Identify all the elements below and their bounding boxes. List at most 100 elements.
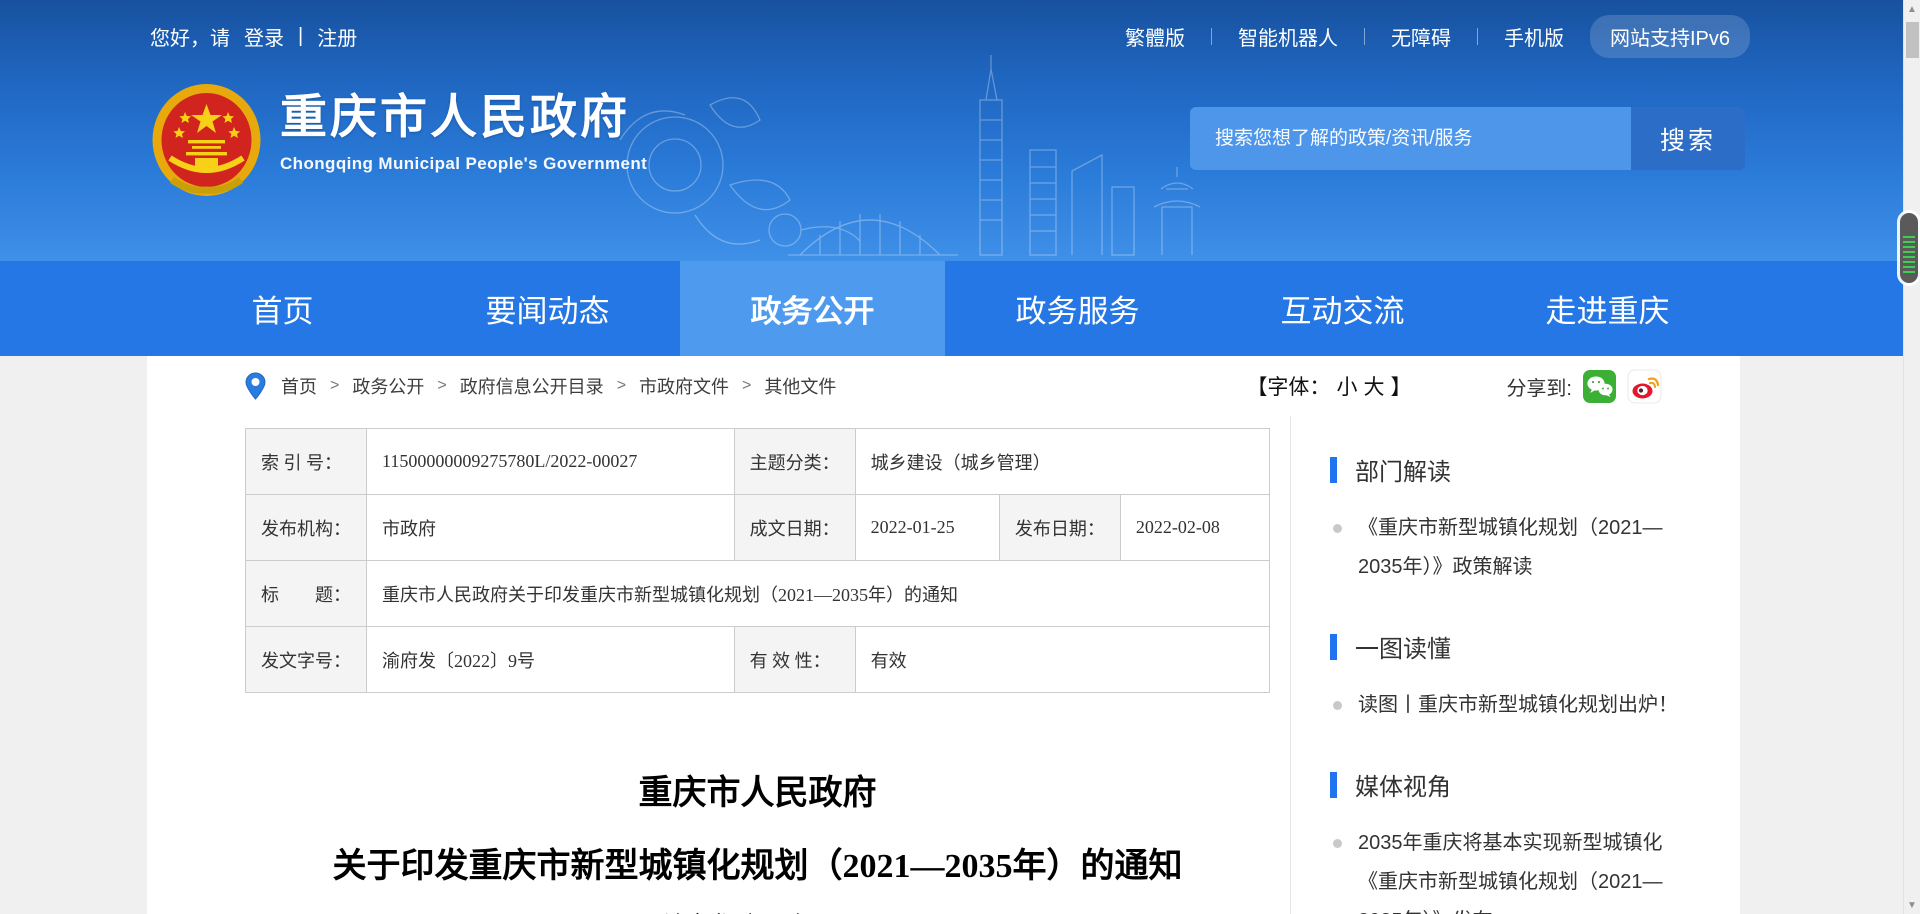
meta-validity-label: 有 效 性： — [734, 627, 855, 693]
meta-written-date-label: 成文日期： — [734, 495, 855, 561]
list-item[interactable]: 《重庆市新型城镇化规划（2021—2035年）》政策解读 — [1330, 509, 1699, 587]
nav-item-gov-affairs-open[interactable]: 政务公开 — [680, 261, 945, 356]
meta-publish-date-label: 发布日期： — [999, 495, 1120, 561]
login-link[interactable]: 登录 — [244, 22, 284, 51]
page-tools: 【字体： 小 大 】 分享到: — [1246, 369, 1662, 404]
meta-issuer-label: 发布机构： — [246, 495, 367, 561]
share-label: 分享到: — [1506, 372, 1572, 401]
meta-topic-value: 城乡建设（城乡管理） — [855, 429, 1269, 495]
font-size-label-close: 】 — [1390, 371, 1411, 401]
greeting-text: 您好，请 — [150, 22, 230, 51]
site-title: 重庆市人民政府 — [280, 90, 647, 144]
utility-links: 繁體版 智能机器人 无障碍 手机版 网站支持IPv6 — [1125, 15, 1750, 58]
breadcrumb-row: 首页 > 政务公开 > 政府信息公开目录 > 市政府文件 > 其他文件 【字体：… — [147, 356, 1740, 416]
sidebar-section-one-image: 一图读懂 读图丨重庆市新型城镇化规划出炉！ — [1330, 629, 1699, 725]
document-number: 渝府发〔2022〕9号 — [245, 907, 1270, 914]
list-item[interactable]: 2035年重庆将基本实现新型城镇化 《重庆市新型城镇化规划（2021—2035年… — [1330, 824, 1699, 914]
table-row: 索 引 号： 11500000009275780L/2022-00027 主题分… — [246, 429, 1270, 495]
meta-index-value: 11500000009275780L/2022-00027 — [367, 429, 735, 495]
sidebar-section-department-interpretation: 部门解读 《重庆市新型城镇化规划（2021—2035年）》政策解读 — [1330, 452, 1699, 587]
wechat-share-icon[interactable] — [1582, 369, 1617, 404]
meta-title-label: 标 题： — [246, 561, 367, 627]
scroll-up-arrow-icon[interactable]: ▲ — [1904, 4, 1920, 15]
nav-item-about-chongqing[interactable]: 走进重庆 — [1475, 261, 1740, 356]
bullet-icon — [1333, 701, 1342, 710]
document-title-line1: 重庆市人民政府 — [245, 765, 1270, 814]
accessibility-link[interactable]: 无障碍 — [1391, 22, 1451, 51]
breadcrumb-separator: > — [742, 377, 751, 395]
weibo-share-icon[interactable] — [1627, 369, 1662, 404]
sidebar-section-header: 一图读懂 — [1330, 629, 1699, 664]
meta-topic-label: 主题分类： — [734, 429, 855, 495]
search-button[interactable]: 搜索 — [1631, 107, 1745, 170]
meta-written-date-value: 2022-01-25 — [855, 495, 999, 561]
content-area: 首页 > 政务公开 > 政府信息公开目录 > 市政府文件 > 其他文件 【字体：… — [0, 356, 1903, 914]
table-row: 发文字号： 渝府发〔2022〕9号 有 效 性： 有效 — [246, 627, 1270, 693]
breadcrumb-item-info-directory[interactable]: 政府信息公开目录 — [460, 373, 604, 399]
bullet-icon — [1333, 839, 1342, 848]
document-meta-table: 索 引 号： 11500000009275780L/2022-00027 主题分… — [245, 428, 1270, 693]
utility-bar: 您好，请 登录 | 注册 繁體版 智能机器人 无障碍 手机版 网站支持IPv6 — [150, 0, 1750, 72]
breadcrumb: 首页 > 政务公开 > 政府信息公开目录 > 市政府文件 > 其他文件 — [281, 373, 836, 399]
traditional-chinese-link[interactable]: 繁體版 — [1125, 22, 1185, 51]
search-bar: 搜索 — [1190, 107, 1745, 170]
font-size-label: 【字体： — [1246, 371, 1330, 401]
meta-publish-date-value: 2022-02-08 — [1120, 495, 1269, 561]
share-group: 分享到: — [1506, 369, 1662, 404]
register-link[interactable]: 注册 — [317, 22, 357, 51]
font-smaller-button[interactable]: 小 — [1336, 371, 1357, 401]
location-pin-icon — [245, 372, 266, 400]
breadcrumb-separator: > — [437, 377, 446, 395]
floating-scroll-widget[interactable] — [1900, 213, 1918, 283]
table-row: 标 题： 重庆市人民政府关于印发重庆市新型城镇化规划（2021—2035年）的通… — [246, 561, 1270, 627]
breadcrumb-item-other-docs[interactable]: 其他文件 — [764, 373, 836, 399]
nav-item-news[interactable]: 要闻动态 — [415, 261, 680, 356]
bullet-icon — [1333, 524, 1342, 533]
font-larger-button[interactable]: 大 — [1363, 371, 1384, 401]
meta-doc-no-label: 发文字号： — [246, 627, 367, 693]
related-sidebar: 部门解读 《重庆市新型城镇化规划（2021—2035年）》政策解读 一图读懂 — [1290, 416, 1699, 914]
main-nav: 首页 要闻动态 政务公开 政务服务 互动交流 走进重庆 — [0, 261, 1903, 356]
scroll-down-arrow-icon[interactable]: ▼ — [1904, 900, 1920, 911]
sidebar-section-title: 媒体视角 — [1355, 767, 1451, 802]
separator — [1364, 28, 1365, 45]
site-banner: 您好，请 登录 | 注册 繁體版 智能机器人 无障碍 手机版 网站支持IPv6 — [0, 0, 1903, 261]
document-title-line2: 关于印发重庆市新型城镇化规划（2021—2035年）的通知 — [245, 838, 1270, 887]
sidebar-link[interactable]: 《重庆市新型城镇化规划（2021—2035年）》政策解读 — [1358, 509, 1699, 587]
nav-item-home[interactable]: 首页 — [150, 261, 415, 356]
breadcrumb-separator: > — [330, 377, 339, 395]
meta-validity-value: 有效 — [855, 627, 1269, 693]
sidebar-section-title: 部门解读 — [1355, 452, 1451, 487]
separator — [1211, 28, 1212, 45]
smart-robot-link[interactable]: 智能机器人 — [1238, 22, 1338, 51]
list-item[interactable]: 读图丨重庆市新型城镇化规划出炉！ — [1330, 686, 1699, 725]
sidebar-link[interactable]: 读图丨重庆市新型城镇化规划出炉！ — [1358, 686, 1678, 725]
section-accent-bar — [1330, 457, 1337, 483]
sidebar-section-header: 媒体视角 — [1330, 767, 1699, 802]
meta-issuer-value: 市政府 — [367, 495, 735, 561]
sidebar-section-header: 部门解读 — [1330, 452, 1699, 487]
scrollbar-thumb[interactable] — [1906, 22, 1919, 58]
sidebar-link[interactable]: 2035年重庆将基本实现新型城镇化 《重庆市新型城镇化规划（2021—2035年… — [1358, 824, 1699, 914]
breadcrumb-separator: > — [617, 377, 626, 395]
mobile-version-link[interactable]: 手机版 — [1504, 22, 1564, 51]
separator — [1477, 28, 1478, 45]
breadcrumb-item-city-gov-docs[interactable]: 市政府文件 — [639, 373, 729, 399]
table-row: 发布机构： 市政府 成文日期： 2022-01-25 发布日期： 2022-02… — [246, 495, 1270, 561]
document-main: 索 引 号： 11500000009275780L/2022-00027 主题分… — [245, 416, 1270, 914]
meta-index-label: 索 引 号： — [246, 429, 367, 495]
site-branding: 重庆市人民政府 Chongqing Municipal People's Gov… — [280, 90, 647, 174]
site-subtitle: Chongqing Municipal People's Government — [280, 154, 647, 174]
sidebar-section-media-view: 媒体视角 2035年重庆将基本实现新型城镇化 《重庆市新型城镇化规划（2021—… — [1330, 767, 1699, 914]
nav-item-interaction[interactable]: 互动交流 — [1210, 261, 1475, 356]
document-header: 重庆市人民政府 关于印发重庆市新型城镇化规划（2021—2035年）的通知 渝府… — [245, 765, 1270, 914]
scrollbar[interactable]: ▲ ▼ — [1903, 0, 1920, 914]
nav-item-gov-services[interactable]: 政务服务 — [945, 261, 1210, 356]
ipv6-badge: 网站支持IPv6 — [1590, 15, 1750, 58]
meta-doc-no-value: 渝府发〔2022〕9号 — [367, 627, 735, 693]
section-accent-bar — [1330, 634, 1337, 660]
search-input[interactable] — [1190, 107, 1631, 170]
font-size-widget: 【字体： 小 大 】 — [1246, 371, 1411, 401]
breadcrumb-item-gov-open[interactable]: 政务公开 — [352, 373, 424, 399]
breadcrumb-item-home[interactable]: 首页 — [281, 373, 317, 399]
